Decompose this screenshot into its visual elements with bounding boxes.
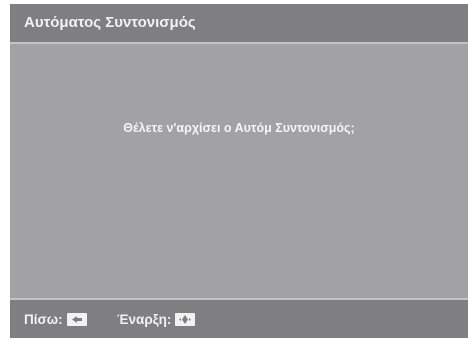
confirmation-message: Θέλετε ν'αρχίσει ο Αυτόμ Συντονισμός;	[123, 121, 355, 135]
enter-key-icon	[175, 313, 196, 326]
back-hint[interactable]: Πίσω:	[24, 312, 87, 327]
dialog-footer: Πίσω: Έναρξη:	[10, 298, 468, 338]
back-label: Πίσω:	[24, 312, 63, 327]
dialog-header: Αυτόματος Συντονισμός	[10, 4, 468, 44]
auto-tuning-dialog: Αυτόματος Συντονισμός Θέλετε ν'αρχίσει ο…	[10, 4, 468, 338]
dialog-title: Αυτόματος Συντονισμός	[24, 14, 196, 31]
start-label: Έναρξη:	[117, 312, 172, 327]
left-arrow-key-icon	[66, 313, 87, 326]
start-hint[interactable]: Έναρξη:	[117, 312, 196, 327]
